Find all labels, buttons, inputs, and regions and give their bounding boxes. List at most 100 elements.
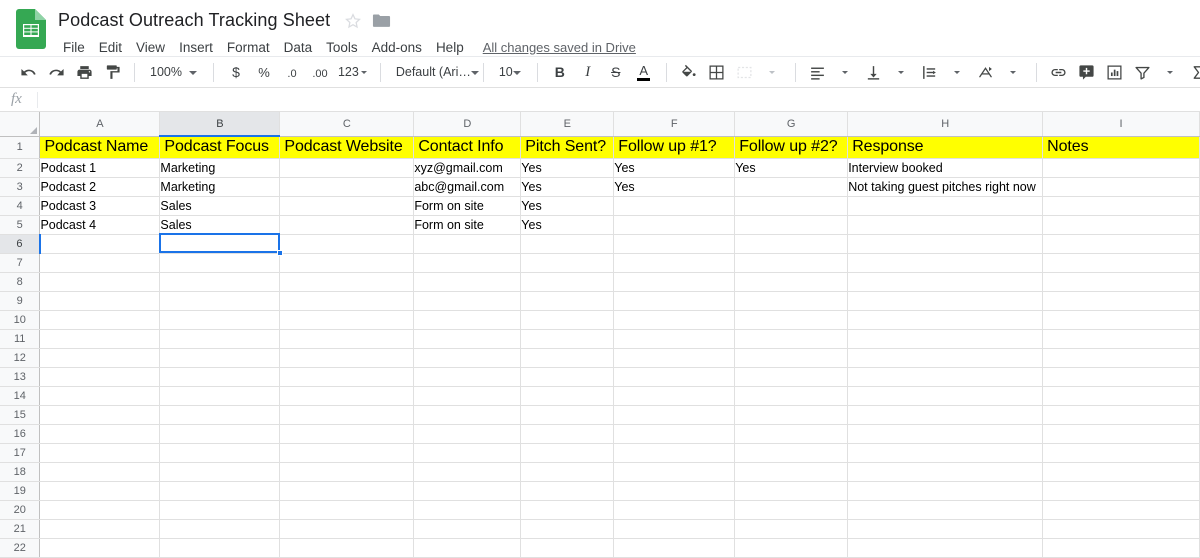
row-header-11[interactable]: 11 (0, 329, 41, 349)
row-header-13[interactable]: 13 (0, 367, 41, 387)
cell-E7[interactable] (520, 253, 615, 273)
cell-E8[interactable] (520, 272, 615, 292)
column-header-h[interactable]: H (847, 112, 1044, 137)
cell-C6[interactable] (279, 234, 415, 254)
cell-D8[interactable] (413, 272, 522, 292)
cell-G15[interactable] (734, 405, 849, 425)
row-header-20[interactable]: 20 (0, 500, 41, 520)
cell-H1[interactable]: Response (847, 136, 1044, 159)
zoom-selector[interactable]: 100% (143, 59, 205, 85)
column-header-e[interactable]: E (520, 112, 615, 137)
cell-F6[interactable] (613, 234, 736, 254)
cell-A10[interactable] (39, 310, 161, 330)
menu-item-tools[interactable]: Tools (319, 39, 365, 56)
row-header-19[interactable]: 19 (0, 481, 41, 501)
cell-I1[interactable]: Notes (1042, 136, 1200, 159)
cell-B19[interactable] (159, 481, 281, 501)
cell-D18[interactable] (413, 462, 522, 482)
row-header-3[interactable]: 3 (0, 177, 41, 197)
text-wrap-dropdown[interactable] (945, 59, 971, 85)
cell-I14[interactable] (1042, 386, 1200, 406)
cell-C18[interactable] (279, 462, 415, 482)
cell-A3[interactable]: Podcast 2 (39, 177, 161, 197)
cell-G21[interactable] (734, 519, 849, 539)
star-outline-icon[interactable] (344, 12, 362, 30)
cell-B18[interactable] (159, 462, 281, 482)
cell-E5[interactable]: Yes (520, 215, 615, 235)
cell-C5[interactable] (279, 215, 415, 235)
vertical-align-dropdown[interactable] (889, 59, 915, 85)
insert-chart-icon[interactable] (1102, 59, 1128, 85)
cell-F4[interactable] (613, 196, 736, 216)
cell-I18[interactable] (1042, 462, 1200, 482)
cell-A2[interactable]: Podcast 1 (39, 158, 161, 178)
cell-G18[interactable] (734, 462, 849, 482)
italic-button[interactable]: I (575, 59, 601, 85)
text-rotation-icon[interactable] (973, 59, 999, 85)
cell-E17[interactable] (520, 443, 615, 463)
row-header-14[interactable]: 14 (0, 386, 41, 406)
cell-C7[interactable] (279, 253, 415, 273)
text-color-button[interactable]: A (631, 59, 657, 85)
cell-F20[interactable] (613, 500, 736, 520)
cell-H8[interactable] (847, 272, 1044, 292)
cell-F13[interactable] (613, 367, 736, 387)
cell-C11[interactable] (279, 329, 415, 349)
cell-F11[interactable] (613, 329, 736, 349)
row-header-5[interactable]: 5 (0, 215, 41, 235)
cell-I12[interactable] (1042, 348, 1200, 368)
cell-B16[interactable] (159, 424, 281, 444)
cell-E21[interactable] (520, 519, 615, 539)
fill-color-icon[interactable] (676, 59, 702, 85)
cell-H19[interactable] (847, 481, 1044, 501)
cell-G13[interactable] (734, 367, 849, 387)
cell-C4[interactable] (279, 196, 415, 216)
cell-B13[interactable] (159, 367, 281, 387)
menu-item-add-ons[interactable]: Add-ons (365, 39, 429, 56)
cell-H13[interactable] (847, 367, 1044, 387)
cell-G9[interactable] (734, 291, 849, 311)
cell-A21[interactable] (39, 519, 161, 539)
horizontal-align-icon[interactable] (805, 59, 831, 85)
cell-D10[interactable] (413, 310, 522, 330)
cell-G4[interactable] (734, 196, 849, 216)
cell-B3[interactable]: Marketing (159, 177, 281, 197)
cell-G16[interactable] (734, 424, 849, 444)
cell-A15[interactable] (39, 405, 161, 425)
borders-icon[interactable] (704, 59, 730, 85)
percent-format-button[interactable]: % (251, 59, 277, 85)
cell-F14[interactable] (613, 386, 736, 406)
cell-I19[interactable] (1042, 481, 1200, 501)
row-header-12[interactable]: 12 (0, 348, 41, 368)
cell-C12[interactable] (279, 348, 415, 368)
paint-format-icon[interactable] (99, 59, 125, 85)
cell-A4[interactable]: Podcast 3 (39, 196, 161, 216)
cell-H15[interactable] (847, 405, 1044, 425)
cell-I5[interactable] (1042, 215, 1200, 235)
column-header-a[interactable]: A (39, 112, 161, 137)
strikethrough-button[interactable]: S (603, 59, 629, 85)
vertical-align-icon[interactable] (861, 59, 887, 85)
column-header-i[interactable]: I (1042, 112, 1200, 137)
cell-I8[interactable] (1042, 272, 1200, 292)
cell-G6[interactable] (734, 234, 849, 254)
cell-G2[interactable]: Yes (734, 158, 849, 178)
column-header-d[interactable]: D (413, 112, 522, 137)
cell-G3[interactable] (734, 177, 849, 197)
insert-comment-icon[interactable] (1074, 59, 1100, 85)
cell-I2[interactable] (1042, 158, 1200, 178)
cell-D7[interactable] (413, 253, 522, 273)
cell-E13[interactable] (520, 367, 615, 387)
cell-A1[interactable]: Podcast Name (39, 136, 161, 159)
cell-C19[interactable] (279, 481, 415, 501)
menu-item-format[interactable]: Format (220, 39, 277, 56)
cell-D17[interactable] (413, 443, 522, 463)
font-selector[interactable]: Default (Ari… (389, 59, 479, 85)
cell-B1[interactable]: Podcast Focus (159, 136, 281, 159)
cell-B15[interactable] (159, 405, 281, 425)
cell-D20[interactable] (413, 500, 522, 520)
row-header-7[interactable]: 7 (0, 253, 41, 273)
cell-C20[interactable] (279, 500, 415, 520)
row-header-18[interactable]: 18 (0, 462, 41, 482)
bold-button[interactable]: B (547, 59, 573, 85)
